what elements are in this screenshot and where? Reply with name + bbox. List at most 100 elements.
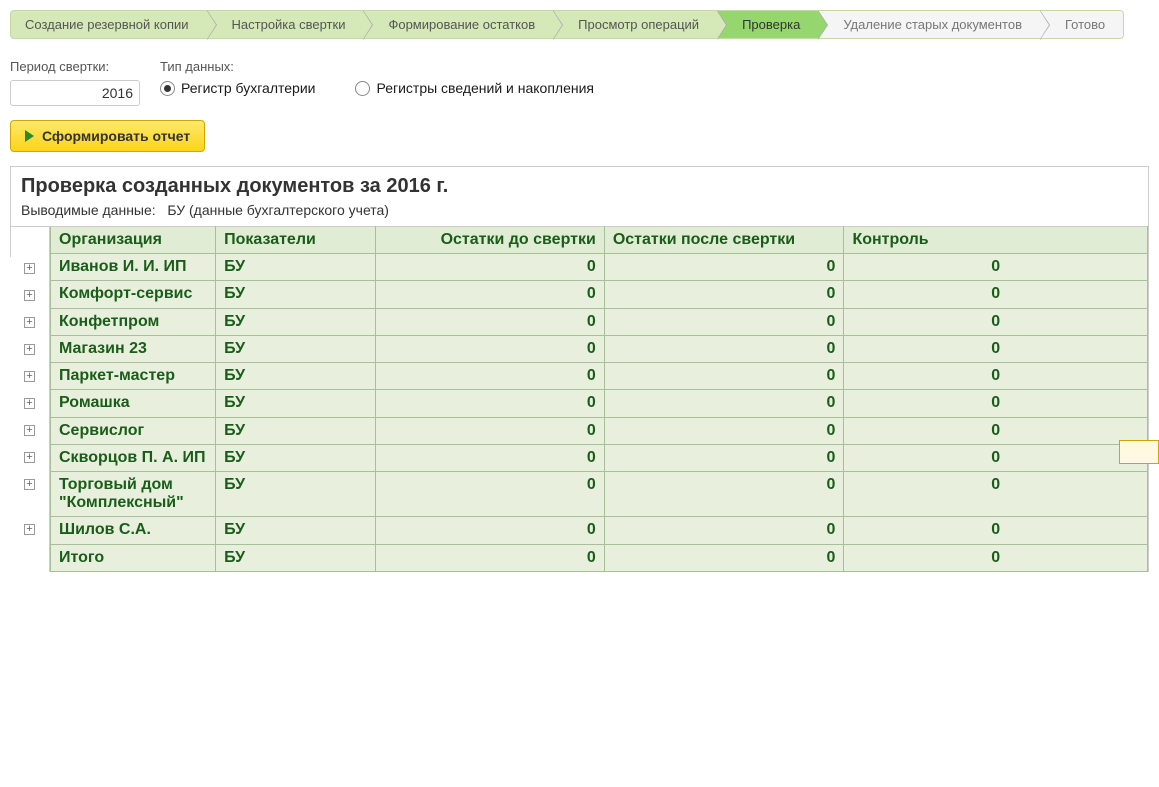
cell-before: 0	[375, 363, 604, 390]
cell-after: 0	[604, 417, 844, 444]
expand-icon[interactable]: +	[24, 290, 35, 301]
cell-indicator: БУ	[216, 281, 376, 308]
cell-org: Ромашка	[51, 390, 216, 417]
cell-org: Итого	[51, 544, 216, 571]
cell-indicator: БУ	[216, 308, 376, 335]
report-table: Организация Показатели Остатки до свертк…	[50, 226, 1148, 572]
cell-org: Сервислог	[51, 417, 216, 444]
radio-info-label: Регистры сведений и накопления	[376, 80, 594, 96]
cell-org: Конфетпром	[51, 308, 216, 335]
expand-icon[interactable]: +	[24, 398, 35, 409]
cell-control: 0	[844, 281, 1148, 308]
cell-org: Комфорт-сервис	[51, 281, 216, 308]
table-row: Скворцов П. А. ИПБУ000	[51, 444, 1148, 471]
table-row: Шилов С.А.БУ000	[51, 517, 1148, 544]
col-indicator: Показатели	[216, 227, 376, 254]
col-org: Организация	[51, 227, 216, 254]
cell-before: 0	[375, 335, 604, 362]
cell-control: 0	[844, 517, 1148, 544]
radio-unselected-icon	[355, 81, 370, 96]
cell-indicator: БУ	[216, 544, 376, 571]
radio-selected-icon	[160, 81, 175, 96]
cell-indicator: БУ	[216, 444, 376, 471]
expand-icon[interactable]: +	[24, 425, 35, 436]
cell-control: 0	[844, 472, 1148, 517]
data-type-label: Тип данных:	[160, 59, 594, 74]
cell-before: 0	[375, 390, 604, 417]
cell-control: 0	[844, 444, 1148, 471]
table-header-row: Организация Показатели Остатки до свертк…	[51, 227, 1148, 254]
cell-before: 0	[375, 308, 604, 335]
wizard-steps: Создание резервной копииНастройка свертк…	[10, 10, 1149, 39]
wizard-step[interactable]: Удаление старых документов	[818, 10, 1040, 39]
cell-indicator: БУ	[216, 390, 376, 417]
cell-indicator: БУ	[216, 335, 376, 362]
cell-org: Иванов И. И. ИП	[51, 254, 216, 281]
cell-after: 0	[604, 308, 844, 335]
cell-indicator: БУ	[216, 517, 376, 544]
cell-after: 0	[604, 472, 844, 517]
cell-indicator: БУ	[216, 472, 376, 517]
wizard-step[interactable]: Формирование остатков	[363, 10, 553, 39]
radio-info[interactable]: Регистры сведений и накопления	[355, 80, 594, 96]
cell-after: 0	[604, 390, 844, 417]
cell-org: Скворцов П. А. ИП	[51, 444, 216, 471]
radio-accounting-label: Регистр бухгалтерии	[181, 80, 315, 96]
table-row: Магазин 23БУ000	[51, 335, 1148, 362]
cell-org: Паркет-мастер	[51, 363, 216, 390]
generate-report-button[interactable]: Сформировать отчет	[10, 120, 205, 152]
expand-icon[interactable]: +	[24, 524, 35, 535]
cell-after: 0	[604, 281, 844, 308]
cell-after: 0	[604, 254, 844, 281]
cell-indicator: БУ	[216, 363, 376, 390]
table-row-total: ИтогоБУ000	[51, 544, 1148, 571]
wizard-step[interactable]: Просмотр операций	[553, 10, 717, 39]
cell-control: 0	[844, 390, 1148, 417]
cell-after: 0	[604, 544, 844, 571]
report-subtitle-label: Выводимые данные:	[21, 202, 156, 218]
cell-org: Торговый дом "Комплексный"	[51, 472, 216, 517]
cell-before: 0	[375, 517, 604, 544]
expand-column: + + + + + + + + + +	[10, 226, 50, 572]
table-row: Иванов И. И. ИПБУ000	[51, 254, 1148, 281]
table-row: Торговый дом "Комплексный"БУ000	[51, 472, 1148, 517]
cell-org: Магазин 23	[51, 335, 216, 362]
cell-after: 0	[604, 363, 844, 390]
report: Проверка созданных документов за 2016 г.…	[10, 166, 1149, 572]
expand-icon[interactable]: +	[24, 344, 35, 355]
report-title: Проверка созданных документов за 2016 г.	[21, 175, 1138, 198]
period-label: Период свертки:	[10, 59, 140, 74]
cell-control: 0	[844, 417, 1148, 444]
cell-before: 0	[375, 472, 604, 517]
wizard-step[interactable]: Создание резервной копии	[10, 10, 207, 39]
controls: Период свертки: Тип данных: Регистр бухг…	[10, 59, 1149, 106]
col-control: Контроль	[844, 227, 1148, 254]
play-icon	[25, 130, 34, 142]
table-row: СервислогБУ000	[51, 417, 1148, 444]
period-input[interactable]	[10, 80, 140, 106]
wizard-step[interactable]: Настройка свертки	[207, 10, 364, 39]
wizard-step[interactable]: Готово	[1040, 10, 1124, 39]
cell-after: 0	[604, 517, 844, 544]
table-row: Паркет-мастерБУ000	[51, 363, 1148, 390]
cell-before: 0	[375, 444, 604, 471]
expand-icon[interactable]: +	[24, 317, 35, 328]
expand-icon[interactable]: +	[24, 452, 35, 463]
cell-indicator: БУ	[216, 254, 376, 281]
side-tab[interactable]	[1119, 440, 1159, 464]
expand-icon[interactable]: +	[24, 479, 35, 490]
cell-before: 0	[375, 544, 604, 571]
cell-org: Шилов С.А.	[51, 517, 216, 544]
cell-control: 0	[844, 254, 1148, 281]
report-subtitle-value: БУ (данные бухгалтерского учета)	[167, 202, 389, 218]
radio-accounting[interactable]: Регистр бухгалтерии	[160, 80, 315, 96]
table-row: РомашкаБУ000	[51, 390, 1148, 417]
table-row: Комфорт-сервисБУ000	[51, 281, 1148, 308]
cell-before: 0	[375, 254, 604, 281]
table-row: КонфетпромБУ000	[51, 308, 1148, 335]
cell-control: 0	[844, 335, 1148, 362]
expand-icon[interactable]: +	[24, 263, 35, 274]
cell-before: 0	[375, 281, 604, 308]
expand-icon[interactable]: +	[24, 371, 35, 382]
wizard-step[interactable]: Проверка	[717, 10, 818, 39]
